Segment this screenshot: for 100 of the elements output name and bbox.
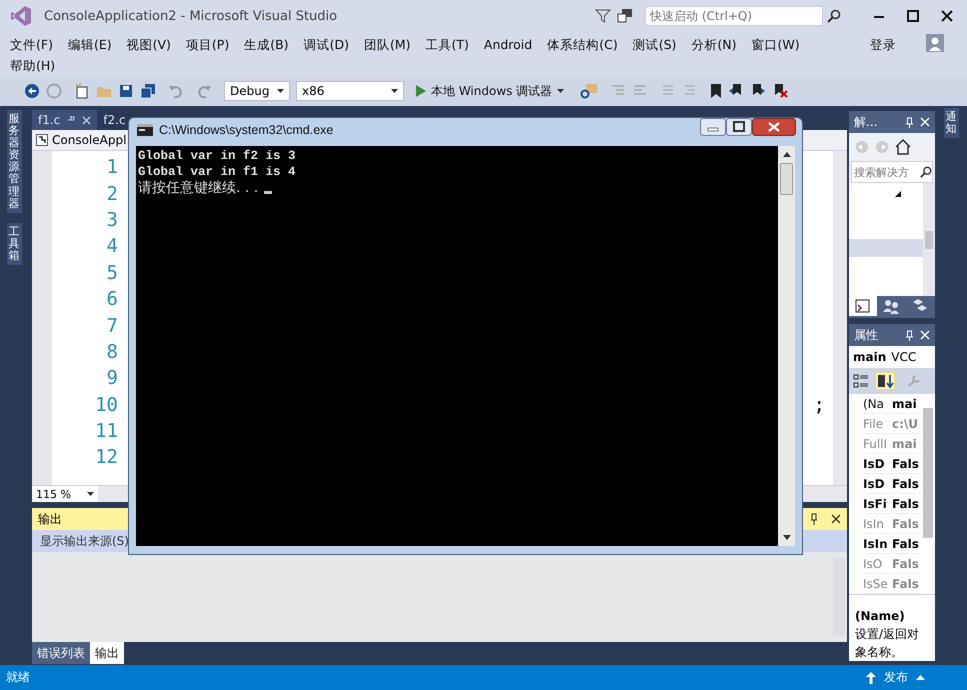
object-dropdown[interactable]: main VCC xyxy=(849,346,935,368)
start-debugging-button[interactable]: 本地 Windows 调试器 xyxy=(412,80,568,102)
property-name: (Na xyxy=(863,396,886,410)
side-tab[interactable]: 服务器资源管理器 xyxy=(6,110,22,213)
maximize-icon[interactable] xyxy=(726,118,752,136)
document-tab[interactable]: f1.c xyxy=(32,110,98,130)
zoom-dropdown[interactable]: 115 % xyxy=(32,486,98,502)
project-icon xyxy=(36,134,48,146)
console-line: 请按任意键继续. . . xyxy=(138,180,258,196)
feedback-icon[interactable] xyxy=(617,8,633,24)
scrollbar-thumb[interactable] xyxy=(925,231,933,249)
property-value: Fals xyxy=(891,516,919,530)
cursor-icon xyxy=(264,191,272,194)
menu-item[interactable]: 帮助(H) xyxy=(4,55,62,76)
menu-item[interactable]: 团队(M) xyxy=(358,34,416,55)
menu-item[interactable]: 工具(T) xyxy=(420,34,475,55)
line-number: 11 xyxy=(94,420,118,442)
panel-tab[interactable]: 错误列表 xyxy=(32,642,90,664)
close-icon[interactable] xyxy=(941,10,953,22)
panel-title: 输出 xyxy=(38,510,62,528)
property-value: Fals xyxy=(891,556,919,570)
user-avatar-icon[interactable] xyxy=(926,34,944,52)
expand-arrow-icon[interactable] xyxy=(895,191,901,197)
property-value: Fals xyxy=(891,496,919,510)
console-line: Global var in f2 is 3 xyxy=(138,148,297,164)
side-tab[interactable]: 通知 xyxy=(944,108,958,138)
find-icon[interactable] xyxy=(580,83,598,99)
menu-item[interactable]: 生成(B) xyxy=(238,34,295,55)
close-icon[interactable] xyxy=(831,514,841,524)
console-icon xyxy=(137,124,153,136)
console-title: C:\Windows\system32\cmd.exe xyxy=(159,123,334,137)
configuration-dropdown[interactable]: Debug xyxy=(224,81,290,101)
property-value: Fals xyxy=(891,456,919,470)
alphabetical-sort-icon[interactable] xyxy=(875,372,895,390)
up-arrow-icon xyxy=(866,672,876,684)
scrollbar-thumb[interactable] xyxy=(780,163,793,195)
publish-button[interactable]: 发布 xyxy=(884,669,908,686)
new-project-icon[interactable] xyxy=(74,83,90,99)
line-number: 10 xyxy=(94,394,118,416)
menu-item[interactable]: 项目(P) xyxy=(180,34,236,55)
project-dropdown[interactable]: ConsoleAppl xyxy=(32,133,126,147)
pin-icon[interactable] xyxy=(809,513,819,525)
bookmark-icon[interactable] xyxy=(710,83,722,99)
property-name: IsD xyxy=(863,456,886,470)
visual-studio-logo-icon xyxy=(10,5,32,27)
solution-search-field[interactable]: 搜索解决方 xyxy=(851,161,933,183)
scroll-down-icon[interactable] xyxy=(782,535,790,540)
menu-item[interactable]: 测试(S) xyxy=(626,34,682,55)
scrollbar[interactable] xyxy=(778,146,795,546)
property-value: mai xyxy=(891,436,917,450)
quick-launch-field[interactable]: 快速启动 (Ctrl+Q) xyxy=(645,6,823,26)
caret-icon[interactable] xyxy=(916,675,925,680)
clear-bookmarks-icon[interactable] xyxy=(772,83,788,99)
property-value: Fals xyxy=(891,576,919,590)
search-icon xyxy=(920,166,932,178)
sign-in-link[interactable]: 登录 xyxy=(864,34,902,55)
save-all-icon[interactable] xyxy=(140,83,156,99)
maximize-icon[interactable] xyxy=(907,10,919,22)
menu-item[interactable]: 体系结构(C) xyxy=(541,34,624,55)
scrollbar[interactable] xyxy=(923,408,933,538)
menu-item[interactable]: 文件(F) xyxy=(4,34,59,55)
property-value: c:\U xyxy=(891,416,918,430)
property-name: File xyxy=(863,416,884,430)
property-name: IsO xyxy=(863,556,884,570)
scrollbar[interactable] xyxy=(833,151,847,485)
save-icon[interactable] xyxy=(118,83,134,99)
caret-icon xyxy=(277,89,284,93)
menu-item[interactable]: Android xyxy=(478,34,538,55)
document-tab[interactable]: f2.c xyxy=(97,110,132,130)
menu-item[interactable]: 分析(N) xyxy=(685,34,743,55)
side-tab[interactable]: 工具箱 xyxy=(6,222,22,266)
line-number: 8 xyxy=(106,340,118,363)
line-number: 2 xyxy=(106,182,118,205)
back-icon[interactable] xyxy=(24,83,40,99)
caret-icon xyxy=(557,89,564,93)
panel-tab[interactable]: 输出 xyxy=(90,642,124,664)
description-title: (Name) xyxy=(855,609,906,623)
menu-item[interactable]: 编辑(E) xyxy=(62,34,118,55)
property-name: IsSe xyxy=(863,576,889,590)
code-text: ; xyxy=(814,394,825,416)
caret-icon xyxy=(87,492,94,496)
property-name: FullI xyxy=(863,436,888,450)
filter-icon[interactable] xyxy=(595,8,611,24)
property-value: Fals xyxy=(891,536,919,550)
menu-item[interactable]: 调试(D) xyxy=(298,34,355,55)
property-name: IsD xyxy=(863,476,886,490)
window-title: ConsoleApplication2 - Microsoft Visual Studio xyxy=(44,8,338,24)
search-icon xyxy=(827,9,841,23)
property-name: IsIn xyxy=(863,516,885,530)
menu-item[interactable]: 窗口(W) xyxy=(746,34,806,55)
property-value: mai xyxy=(891,396,917,410)
home-icon[interactable] xyxy=(895,139,911,155)
categorized-icon[interactable] xyxy=(853,373,869,389)
console-line: Global var in f1 is 4 xyxy=(138,164,297,180)
platform-dropdown[interactable]: x86 xyxy=(296,81,404,101)
close-icon[interactable] xyxy=(752,118,796,136)
status-text: 就绪 xyxy=(6,669,30,686)
panel-title: 解... xyxy=(854,114,878,130)
line-number: 7 xyxy=(106,314,118,337)
menu-item[interactable]: 视图(V) xyxy=(120,34,177,55)
